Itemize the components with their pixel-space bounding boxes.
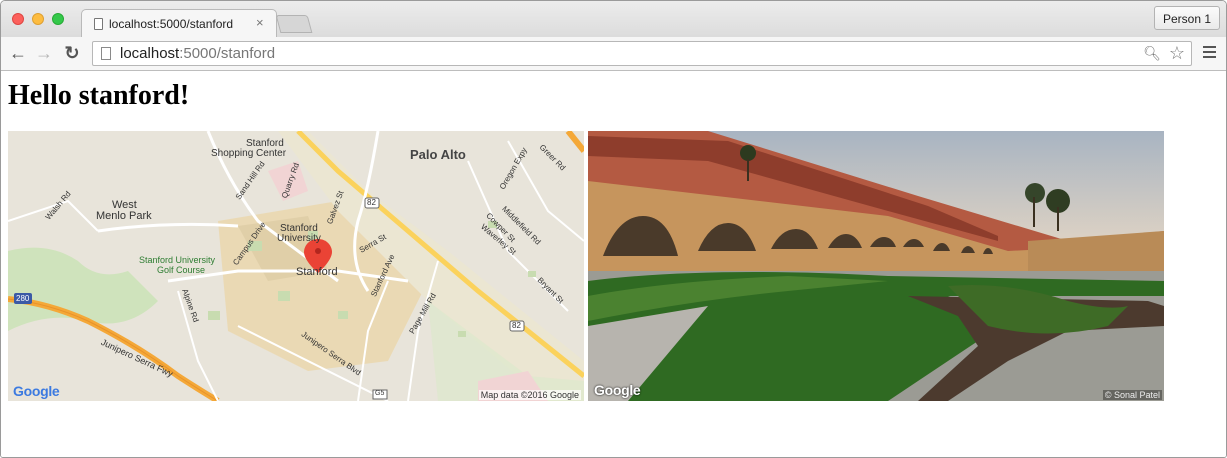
menu-icon[interactable] <box>1201 43 1217 61</box>
address-bar[interactable]: localhost:5000/stanford 🔍︎ ☆ <box>92 41 1192 66</box>
new-tab-button[interactable] <box>275 15 313 33</box>
photo-attribution: © Sonal Patel <box>1102 390 1162 400</box>
toolbar: ← → ↻ localhost:5000/stanford 🔍︎ ☆ <box>1 37 1226 71</box>
profile-button[interactable]: Person 1 <box>1153 6 1220 30</box>
map-attribution: Map data ©2016 Google <box>478 390 581 400</box>
url-path: :5000/stanford <box>179 45 276 62</box>
page-icon <box>101 47 111 60</box>
page-icon <box>94 18 103 30</box>
static-map-image: Stanford Shopping Center Palo Alto West … <box>8 131 584 401</box>
window-controls <box>12 13 64 25</box>
browser-window: localhost:5000/stanford × Person 1 ← → ↻… <box>0 0 1227 458</box>
map-label: University <box>277 233 321 244</box>
reload-icon[interactable]: ↻ <box>61 41 83 65</box>
tab-title: localhost:5000/stanford <box>109 17 234 31</box>
map-label: Stanford University <box>139 255 216 265</box>
google-logo: Google <box>13 383 60 399</box>
close-window-button[interactable] <box>12 13 24 25</box>
forward-arrow-icon[interactable]: → <box>33 41 55 65</box>
google-logo: Google <box>594 382 641 398</box>
route-shield: 82 <box>367 198 376 207</box>
street-view-graphic <box>588 131 1164 401</box>
back-arrow-icon[interactable]: ← <box>7 41 29 65</box>
route-shield: G5 <box>375 390 385 397</box>
minimize-window-button[interactable] <box>32 13 44 25</box>
map-label: Shopping Center <box>211 148 287 159</box>
map-label: Menlo Park <box>96 210 152 222</box>
tab-active[interactable]: localhost:5000/stanford × <box>81 9 277 37</box>
page-content: Hello stanford! Stanford Shopping Center… <box>1 71 1226 457</box>
map-label: Stanford <box>296 266 338 278</box>
street-view-image: Google © Sonal Patel <box>588 131 1164 401</box>
zoom-icon[interactable]: 🔍︎ <box>1143 45 1161 62</box>
title-bar: localhost:5000/stanford × Person 1 <box>1 1 1226 38</box>
map-label: Palo Alto <box>410 147 466 162</box>
route-shield: 82 <box>512 321 521 330</box>
url-host: localhost <box>120 45 180 62</box>
bookmark-star-icon[interactable]: ☆ <box>1169 43 1185 64</box>
maximize-window-button[interactable] <box>52 13 64 25</box>
tab-close-icon[interactable]: × <box>256 15 264 30</box>
url-text[interactable]: localhost:5000/stanford <box>120 45 275 62</box>
route-shield: 280 <box>16 294 30 303</box>
map-label: Golf Course <box>157 265 206 275</box>
page-title: Hello stanford! <box>8 80 190 111</box>
